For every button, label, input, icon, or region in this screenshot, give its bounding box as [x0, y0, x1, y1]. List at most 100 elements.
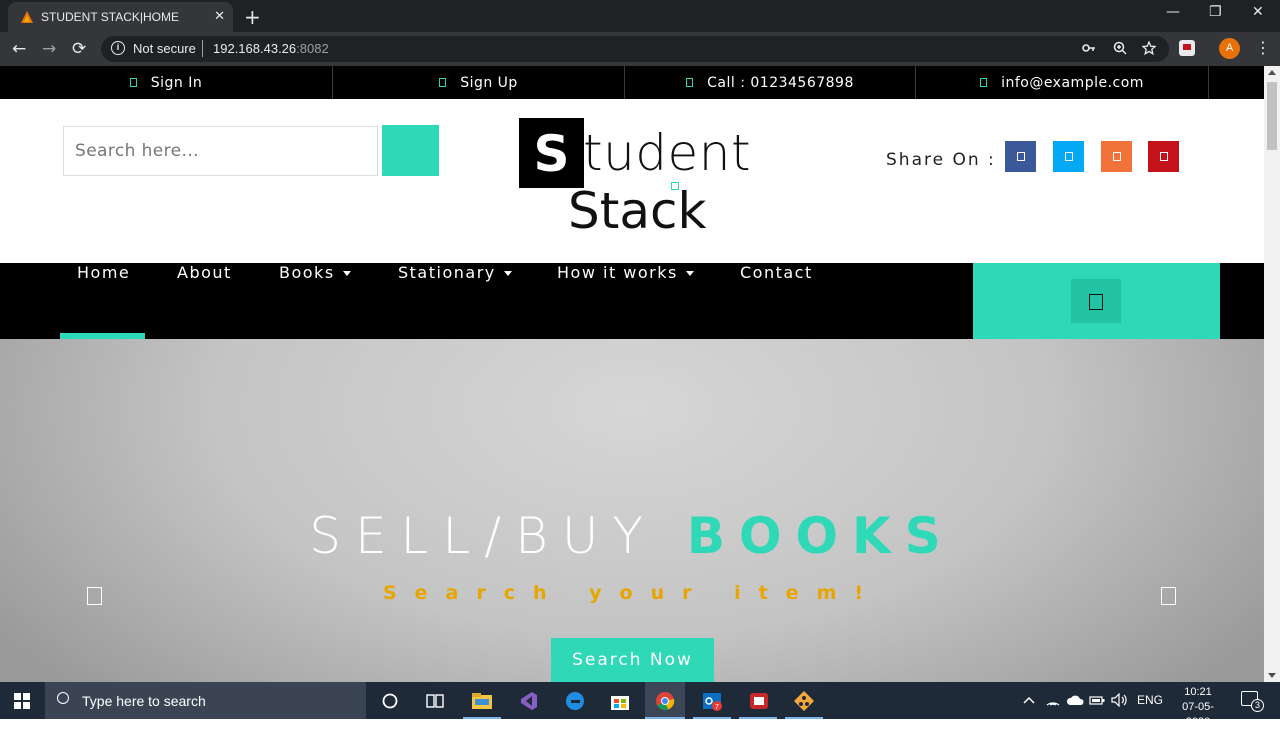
slider-prev-arrow-icon[interactable]	[87, 587, 102, 605]
logo-word-1: tudent	[583, 124, 752, 182]
task-view-icon[interactable]	[424, 690, 446, 712]
site-header: S tudent Stack Share On :	[0, 99, 1264, 263]
search-icon	[57, 692, 69, 704]
notification-count-badge: 3	[1251, 699, 1264, 712]
nav-item-contact[interactable]: Contact	[740, 263, 813, 339]
chevron-down-icon	[342, 271, 351, 276]
git-icon[interactable]	[793, 690, 815, 712]
tab-title: STUDENT STACK|HOME	[41, 10, 180, 24]
file-explorer-icon[interactable]	[471, 690, 493, 712]
wifi-icon[interactable]	[1045, 693, 1061, 707]
key-icon[interactable]	[1082, 41, 1096, 55]
browser-tab-strip: STUDENT STACK|HOME ✕ + — ❐ ✕	[0, 0, 1280, 32]
url-text[interactable]: 192.168.43.26:8082	[213, 41, 329, 56]
rss-share-icon[interactable]	[1101, 141, 1132, 172]
browser-toolbar: ← → ⟳ i Not secure 192.168.43.26:8082	[0, 32, 1280, 66]
hero-title-main: SELL/BUY	[309, 507, 687, 565]
share-label: Share On :	[886, 150, 996, 170]
chevron-up-icon[interactable]	[1023, 695, 1035, 705]
nav-item-books[interactable]: Books	[279, 263, 351, 339]
visual-studio-icon[interactable]	[517, 690, 539, 712]
nav-home-label: Home	[77, 263, 131, 282]
cart-button[interactable]	[1071, 279, 1121, 323]
url-port: :8082	[296, 41, 329, 56]
twitter-share-icon[interactable]	[1053, 141, 1084, 172]
profile-avatar[interactable]: A	[1219, 38, 1240, 59]
site-logo[interactable]: S tudent Stack	[519, 118, 759, 240]
address-bar[interactable]: i Not secure 192.168.43.26:8082	[101, 36, 1169, 62]
windows-start-icon[interactable]	[14, 693, 30, 709]
nav-item-about[interactable]: About	[177, 263, 232, 339]
page-scrollbar[interactable]	[1264, 66, 1280, 682]
scroll-down-icon[interactable]	[1268, 673, 1276, 678]
top-info-bar: Sign In Sign Up Call : 01234567898 info@…	[0, 66, 1264, 99]
window-minimize-button[interactable]: —	[1166, 4, 1180, 20]
clock-time: 10:21	[1184, 686, 1212, 698]
system-clock[interactable]: 10:21 07-05-2020	[1170, 685, 1226, 730]
nav-stationary-label: Stationary	[398, 263, 496, 282]
address-divider	[202, 40, 203, 57]
microsoft-store-icon[interactable]	[609, 690, 631, 712]
nav-how-label: How it works	[557, 263, 678, 282]
nav-books-label: Books	[279, 263, 335, 282]
taskbar-search-box[interactable]: Type here to search	[45, 682, 366, 719]
nav-item-stationary[interactable]: Stationary	[398, 263, 512, 339]
new-tab-button[interactable]: +	[244, 5, 261, 29]
hero-title-accent: BOOKS	[686, 507, 955, 565]
nav-item-how-it-works[interactable]: How it works	[557, 263, 694, 339]
chevron-down-icon	[503, 271, 512, 276]
reload-button[interactable]: ⟳	[72, 39, 86, 59]
extension-icon[interactable]	[1179, 40, 1195, 56]
user-icon	[129, 78, 137, 87]
language-indicator[interactable]: ENG	[1137, 693, 1163, 707]
email-label: info@example.com	[1001, 74, 1144, 91]
windows-taskbar: Type here to search 7 ENG 10:21 07-05-20…	[0, 682, 1280, 728]
pinterest-share-icon[interactable]	[1148, 141, 1179, 172]
window-close-button[interactable]: ✕	[1252, 4, 1264, 20]
back-button[interactable]: ←	[12, 39, 26, 59]
battery-icon[interactable]	[1089, 695, 1105, 706]
clock-date: 07-05-2020	[1182, 701, 1214, 728]
nav-contact-label: Contact	[740, 263, 813, 282]
info-icon[interactable]: i	[111, 41, 125, 55]
edge-browser-icon[interactable]	[564, 690, 586, 712]
logo-word-2: Stack	[568, 182, 707, 240]
page-viewport: Sign In Sign Up Call : 01234567898 info@…	[0, 66, 1264, 682]
slider-next-arrow-icon[interactable]	[1161, 587, 1176, 605]
browser-tab-active[interactable]: STUDENT STACK|HOME ✕	[8, 2, 233, 32]
email-link[interactable]: info@example.com	[916, 66, 1209, 99]
logo-letter-box: S	[519, 118, 584, 188]
onedrive-cloud-icon[interactable]	[1066, 695, 1084, 706]
browser-menu-icon[interactable]: ⋮	[1255, 38, 1271, 57]
window-restore-button[interactable]: ❐	[1209, 4, 1222, 20]
sign-in-link[interactable]: Sign In	[0, 66, 333, 99]
hero-slider: SELL/BUY BOOKS Search your item! Search …	[0, 339, 1264, 682]
chrome-icon[interactable]	[654, 690, 676, 712]
action-center-icon[interactable]: 3	[1241, 691, 1264, 712]
site-favicon-icon	[21, 11, 33, 23]
mail-badge-count: 7	[715, 704, 719, 711]
forward-button[interactable]: →	[42, 39, 56, 59]
sign-up-link[interactable]: Sign Up	[333, 66, 625, 99]
search-button[interactable]	[382, 125, 439, 176]
zoom-icon[interactable]	[1113, 41, 1127, 55]
taskbar-search-placeholder: Type here to search	[82, 693, 206, 709]
sign-up-label: Sign Up	[460, 74, 518, 91]
hero-title: SELL/BUY BOOKS	[0, 507, 1264, 565]
filezilla-icon[interactable]	[748, 690, 770, 712]
outlook-icon[interactable]: 7	[701, 690, 723, 712]
star-icon[interactable]	[1142, 41, 1156, 55]
tab-close-icon[interactable]: ✕	[214, 8, 225, 24]
volume-icon[interactable]	[1111, 693, 1128, 707]
scroll-up-icon[interactable]	[1268, 70, 1276, 75]
search-now-button[interactable]: Search Now	[551, 638, 714, 682]
facebook-share-icon[interactable]	[1005, 141, 1036, 172]
search-input[interactable]	[63, 126, 378, 176]
scrollbar-thumb[interactable]	[1267, 82, 1277, 150]
call-label: Call : 01234567898	[707, 74, 854, 91]
nav-item-home[interactable]: Home	[77, 263, 130, 339]
cortana-icon[interactable]	[379, 690, 401, 712]
hero-subtitle: Search your item!	[382, 582, 882, 604]
call-info: Call : 01234567898	[625, 66, 916, 99]
security-label: Not secure	[133, 41, 196, 56]
